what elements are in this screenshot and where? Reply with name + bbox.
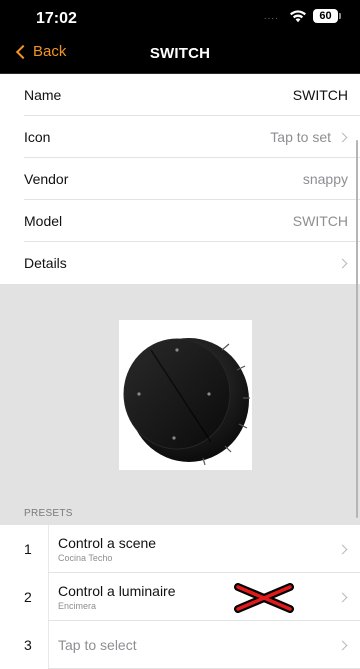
- presets-list: 1 Control a scene Cocina Techo 2 Control…: [0, 525, 360, 669]
- page-title: SWITCH: [149, 45, 211, 62]
- navigation-bar: Back SWITCH: [0, 36, 360, 74]
- wifi-icon: [290, 10, 306, 23]
- preset-placeholder: Tap to select: [58, 637, 137, 653]
- name-row[interactable]: Name SWITCH: [0, 74, 360, 116]
- status-bar: 17:02 .... 60: [0, 0, 360, 36]
- preset-texts: Control a scene Cocina Techo: [49, 535, 331, 563]
- model-label: Model: [24, 213, 63, 229]
- rotary-switch-image: [123, 338, 250, 466]
- preset-number: 1: [24, 541, 32, 557]
- model-value: SWITCH: [292, 213, 348, 229]
- cellular-signal-icon: ....: [263, 10, 279, 22]
- details-row[interactable]: Details: [0, 242, 360, 284]
- chevron-right-icon: [337, 592, 348, 602]
- vendor-row: Vendor snappy: [0, 158, 360, 200]
- icon-label: Icon: [24, 129, 51, 145]
- device-image-frame: [119, 320, 252, 470]
- vendor-label: Vendor: [24, 171, 69, 187]
- property-list: Name SWITCH Icon Tap to set Vendor snapp…: [0, 74, 360, 284]
- name-value: SWITCH: [292, 87, 348, 103]
- details-label: Details: [24, 255, 67, 271]
- presets-section-header: PRESETS: [24, 508, 73, 519]
- preset-number: 2: [24, 589, 32, 605]
- status-indicators: .... 60: [263, 9, 341, 23]
- preset-row[interactable]: 2 Control a luminaire Encimera: [0, 573, 360, 621]
- chevron-right-icon: [337, 132, 348, 142]
- preset-subtitle: Cocina Techo: [58, 553, 113, 563]
- chevron-right-icon: [337, 640, 348, 650]
- name-label: Name: [24, 87, 62, 103]
- vendor-value: snappy: [302, 171, 348, 187]
- chevron-right-icon: [337, 544, 348, 554]
- device-image-area: PRESETS: [0, 284, 360, 525]
- icon-value: Tap to set: [270, 129, 331, 145]
- preset-title: Control a scene: [58, 535, 157, 551]
- preset-number: 3: [24, 637, 32, 653]
- delete-x-icon[interactable]: [232, 583, 296, 613]
- scrollbar[interactable]: [356, 140, 358, 518]
- preset-row[interactable]: 3 Tap to select: [0, 621, 360, 669]
- status-time: 17:02: [36, 10, 77, 27]
- icon-row[interactable]: Icon Tap to set: [0, 116, 360, 158]
- preset-texts: Tap to select: [49, 637, 331, 653]
- chevron-right-icon: [337, 258, 348, 268]
- preset-row[interactable]: 1 Control a scene Cocina Techo: [0, 525, 360, 573]
- battery-icon: 60: [313, 9, 341, 23]
- model-row: Model SWITCH: [0, 200, 360, 242]
